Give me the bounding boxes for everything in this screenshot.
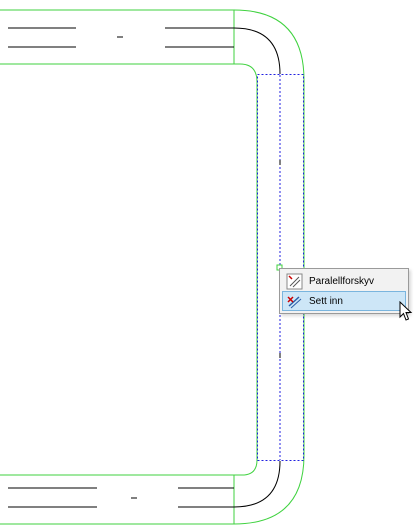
context-menu: Paralellforskyv Sett inn	[279, 268, 409, 314]
road-outer-edge	[0, 9, 305, 525]
drawing-canvas[interactable]	[0, 0, 417, 526]
mouse-pointer-icon	[399, 301, 413, 321]
road-inner-edge	[0, 63, 258, 476]
menu-item-paralellforskyv[interactable]: Paralellforskyv	[282, 271, 406, 291]
insert-vertex-icon	[287, 296, 302, 309]
road-centerline	[8, 27, 281, 508]
menu-item-sett-inn[interactable]: Sett inn	[282, 291, 406, 311]
menu-item-label: Paralellforskyv	[309, 276, 375, 287]
parallel-shift-icon	[286, 273, 303, 290]
road-edges	[0, 9, 305, 525]
menu-item-label: Sett inn	[309, 296, 343, 307]
